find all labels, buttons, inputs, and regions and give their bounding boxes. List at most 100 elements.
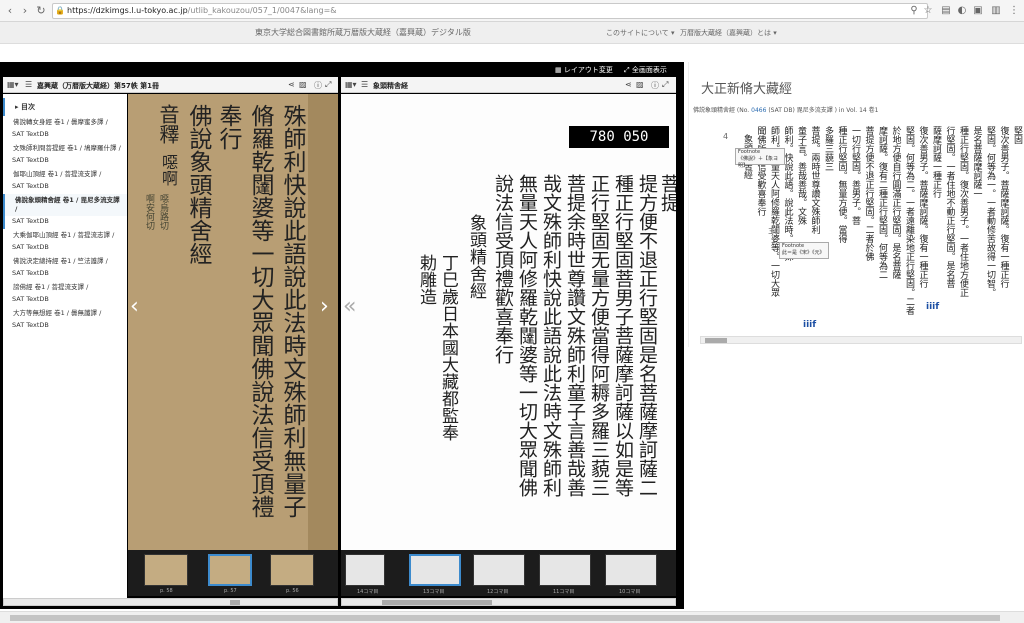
expand-icon[interactable]: ⤢ <box>325 80 331 90</box>
toc-heading-label: 目次 <box>20 103 35 111</box>
view-toggle-icon[interactable]: ▦▾ <box>7 80 19 89</box>
image-icon[interactable]: ▨ <box>299 80 307 89</box>
toc-item-source[interactable]: SAT TextDB <box>3 320 127 333</box>
thumbnail-active[interactable] <box>208 554 252 586</box>
text-column: 堅固。何等為一。一者動修苦故得一切智。 <box>985 126 995 297</box>
text-number-link[interactable]: 0466 <box>751 107 766 114</box>
page-column: 勅雕造 <box>416 254 436 305</box>
toc-item[interactable]: 大乘伽耶山頂經 卷1 / 菩提流志譯 / <box>3 229 127 242</box>
extension-icon[interactable]: ▣ <box>972 5 984 17</box>
left-panel-title: 嘉興蔵（万暦版大蔵経）第57帙 第1冊 <box>37 82 160 90</box>
extension-icon[interactable]: ▥ <box>990 5 1002 17</box>
toc-item-source[interactable]: SAT TextDB <box>3 216 127 229</box>
reload-icon[interactable]: ↻ <box>34 4 48 18</box>
thumbnail-label: p. 58 <box>160 588 173 594</box>
viewer-top-toolbar: ▦ レイアウト変更 ⤢ 全画面表示 <box>0 62 684 76</box>
right-thumbnail-strip: 14コマ目 13コマ目 12コマ目 11コマ目 10コマ目 <box>341 550 676 596</box>
toc-item[interactable]: 謗佛經 卷1 / 菩提流支譯 / <box>3 281 127 294</box>
left-page-image[interactable]: 殊師利快說此語說此法時文殊師利無量子 脩羅乾闥婆等一切大眾聞佛說法信受頂禮 奉行… <box>128 94 338 550</box>
thumbnail-label: 13コマ目 <box>423 589 445 595</box>
text-column: 復次善男子。菩薩摩訶薩。復有一種正行 <box>998 126 1009 288</box>
toc-item-source[interactable]: SAT TextDB <box>3 242 127 255</box>
left-thumbnail-strip: p. 58 p. 57 p. 56 <box>128 550 338 596</box>
thumbnail[interactable] <box>345 554 385 586</box>
horizontal-scrollbar[interactable] <box>341 598 676 606</box>
expand-icon[interactable]: ⤢ <box>662 80 668 90</box>
share-icon[interactable]: ⋖ <box>288 80 295 89</box>
page-scrollbar[interactable] <box>0 611 1024 623</box>
thumbnail[interactable] <box>539 554 591 586</box>
lock-icon: 🔒 <box>55 6 65 15</box>
thumbnail[interactable] <box>473 554 525 586</box>
iiif-icon[interactable]: iiif <box>803 320 816 330</box>
footnote-text: 《佛說》＋【象ヨ明】 <box>738 156 779 169</box>
toc-item-source[interactable]: SAT TextDB <box>3 268 127 281</box>
thumbnail[interactable] <box>144 554 188 586</box>
menu-icon[interactable]: ☰ <box>361 80 368 89</box>
fullscreen-button[interactable]: ⤢ 全画面表示 <box>624 65 667 75</box>
forward-icon[interactable]: › <box>18 4 32 18</box>
toc-item-source[interactable]: SAT TextDB <box>3 181 127 194</box>
toc-item[interactable]: 佛說轉女身經 卷1 / 曇摩蜜多譯 / <box>3 116 127 129</box>
page-counter: 780 050 <box>569 126 669 148</box>
layout-button[interactable]: ▦ レイアウト変更 <box>555 65 613 75</box>
page-column: 佛說象頭精舍經 <box>185 104 211 265</box>
page-column: 菩提余時世尊讚文殊師利童子言善哉善 <box>564 174 586 497</box>
thumbnail-label: p. 57 <box>224 588 237 594</box>
back-icon[interactable]: ‹ <box>3 4 17 18</box>
page-column: 哉文殊師利快說此語說此法時文殊師利 <box>540 174 562 497</box>
toc-item[interactable]: 大方等無想經 卷1 / 曇無讖譯 / <box>3 307 127 320</box>
text-column: 堅固 <box>1012 126 1022 144</box>
thumbnail-label: p. 56 <box>286 588 299 594</box>
prev-page-icon[interactable]: ‹ <box>130 294 139 319</box>
page-column: 殊師利快說此語說此法時文殊師利無量子 <box>279 104 305 518</box>
next-page-icon[interactable]: › <box>320 294 329 319</box>
page-column: 無量天人阿修羅乾闥婆等一切大眾聞佛 <box>516 174 538 497</box>
extension-icon[interactable]: ◐ <box>956 5 968 17</box>
iiif-icon[interactable]: iiif <box>926 302 939 312</box>
page-column: 種正行堅固菩男子菩薩摩訶薩以如是等 <box>612 174 634 497</box>
text-source: 佛説象頭精舍經 (No. 0466 (SAT DB) 毘尼多流支譯 ) in V… <box>693 105 878 114</box>
thumbnail-active[interactable] <box>409 554 461 586</box>
toc-item[interactable]: 佛說象頭精舍經 卷1 / 毘尼多流支譯 / <box>3 194 127 216</box>
menu-icon[interactable]: ⋮ <box>1008 5 1020 17</box>
bookmark-star-icon[interactable]: ☆ <box>922 5 934 17</box>
view-toggle-icon[interactable]: ▦▾ <box>345 80 357 89</box>
text-panel-scrollbar[interactable] <box>700 336 1022 344</box>
address-bar[interactable]: 🔒 https://dzkimgs.l.u-tokyo.ac.jp/utlib_k… <box>52 3 928 19</box>
text-column: 是名菩薩摩訶薩一 <box>971 126 982 198</box>
text-column: 多羅三藐三 <box>823 126 833 171</box>
text-column: 聞佛所說信受歡喜奉行 <box>755 126 766 216</box>
thumbnail-label: 12コマ目 <box>487 589 509 595</box>
extension-icon[interactable]: ▤ <box>940 5 952 17</box>
line-number: 3 <box>768 227 774 236</box>
nav-about[interactable]: このサイトについて ▾ <box>606 28 675 38</box>
footnote-popup[interactable]: Footnote 《佛說》＋【象ヨ明】 <box>735 148 785 169</box>
fullscreen-label: 全画面表示 <box>631 66 667 74</box>
image-icon[interactable]: ▨ <box>636 80 644 89</box>
menu-icon[interactable]: ☰ <box>25 80 32 89</box>
toc-item-source[interactable]: SAT TextDB <box>3 155 127 168</box>
page-column: 丁巳歲日本國大藏都監奉 <box>438 254 458 441</box>
layout-label: レイアウト変更 <box>563 66 613 74</box>
info-icon[interactable]: ⓘ <box>314 80 322 91</box>
toc-item-source[interactable]: SAT TextDB <box>3 294 127 307</box>
prev-page-icon[interactable]: « <box>343 294 356 319</box>
share-icon[interactable]: ⋖ <box>625 80 632 89</box>
site-title[interactable]: 東京大学総合図書館所蔵万暦版大蔵経（嘉興蔵）デジタル版 <box>255 27 471 38</box>
browser-toolbar: ‹ › ↻ 🔒 https://dzkimgs.l.u-tokyo.ac.jp/u… <box>0 0 1024 22</box>
zoom-icon[interactable]: ⚲ <box>908 5 920 17</box>
toc-item-source[interactable]: SAT TextDB <box>3 129 127 142</box>
horizontal-scrollbar[interactable] <box>3 598 338 606</box>
right-page-image[interactable]: 780 050 菩提 提方便不退正行堅固是名菩薩摩訶薩二 種正行堅固菩男子菩薩摩… <box>341 94 676 550</box>
toc-item[interactable]: 佛說決定總持經 卷1 / 竺法護譯 / <box>3 255 127 268</box>
toc-item[interactable]: 文殊師利問菩提經 卷1 / 鳩摩羅什譯 / <box>3 142 127 155</box>
text-column: 童子言。善哉善哉。文殊 <box>796 126 806 225</box>
toc-item[interactable]: 伽耶山頂經 卷1 / 菩提流支譯 / <box>3 168 127 181</box>
footnote-popup[interactable]: Footnote 此＝是《宋》《元》 <box>779 242 829 259</box>
thumbnail[interactable] <box>605 554 657 586</box>
nav-manreki[interactable]: 万暦版大蔵経（嘉興蔵）とは ▾ <box>680 28 777 38</box>
thumbnail[interactable] <box>270 554 314 586</box>
toc-heading[interactable]: ▸ 目次 <box>3 98 127 116</box>
info-icon[interactable]: ⓘ <box>651 80 659 91</box>
